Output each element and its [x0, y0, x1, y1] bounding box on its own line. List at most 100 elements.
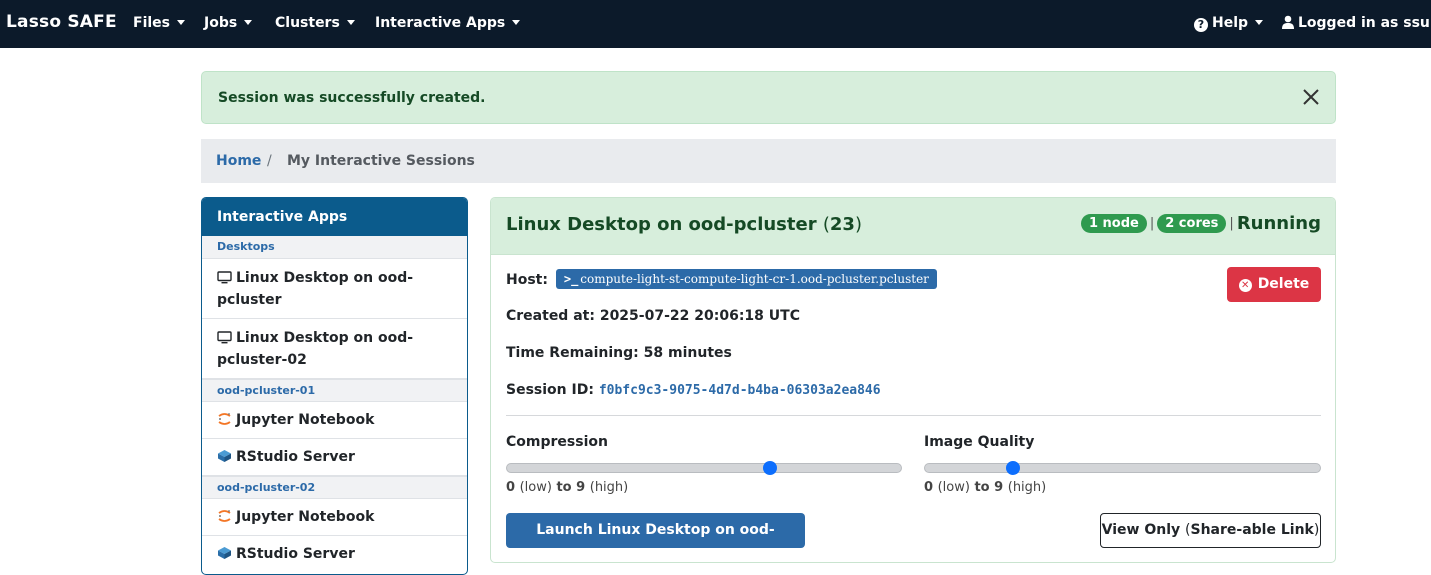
image-quality-range-to: to — [974, 480, 990, 495]
breadcrumb-home-link[interactable]: Home — [216, 153, 261, 169]
user-status-label: Logged in as ssun — [1298, 15, 1431, 31]
image-quality-label: Image Quality — [924, 434, 1035, 450]
sidebar-group-ood-pcluster-01: ood-pcluster-01 — [202, 379, 467, 402]
host-label: Host: — [506, 272, 548, 288]
top-navbar: Lasso SAFE Files Jobs Clusters Interacti… — [0, 0, 1431, 48]
question-circle-icon: ? — [1194, 18, 1208, 32]
chevron-down-icon — [244, 19, 253, 25]
chevron-down-icon — [1255, 19, 1264, 25]
session-id-row: Session ID: f0bfc9c3-9075-4d7d-b4ba-0630… — [506, 382, 881, 398]
interactive-apps-sidebar: Interactive Apps Desktops Linux Desktop … — [201, 197, 468, 575]
host-terminal-button[interactable]: >_ compute-light-st-compute-light-cr-1.oo… — [555, 269, 937, 289]
rstudio-icon — [218, 547, 231, 559]
breadcrumb-separator: / — [267, 153, 272, 169]
menu-jobs-label: Jobs — [204, 15, 238, 31]
launch-desktop-button[interactable]: Launch Linux Desktop on ood-pcluster — [506, 513, 805, 562]
brand-logo[interactable]: Lasso SAFE — [6, 12, 117, 32]
menu-interactive-apps-label: Interactive Apps — [375, 15, 506, 31]
session-card-header: Linux Desktop on ood-pcluster (23) 1 nod… — [491, 198, 1335, 255]
image-quality-slider-thumb[interactable] — [1005, 461, 1020, 475]
sidebar-item-label: Jupyter Notebook — [236, 509, 375, 525]
session-id-label: Session ID: — [506, 382, 594, 398]
compression-range-low-word: low — [524, 480, 547, 495]
alert-message: Session was successfully created. — [218, 90, 486, 106]
sidebar-item-jupyter-notebook-01[interactable]: Jupyter Notebook — [202, 402, 467, 439]
chevron-down-icon — [346, 19, 355, 25]
compression-range-to: to — [556, 480, 572, 495]
compression-range-high-word: high — [594, 480, 624, 495]
sidebar-group-ood-pcluster-02: ood-pcluster-02 — [202, 476, 467, 499]
image-quality-range-text: 0 (low) to 9 (high) — [924, 480, 1047, 495]
sidebar-item-label: RStudio Server — [236, 449, 355, 465]
success-alert: Session was successfully created. — [201, 71, 1336, 124]
image-quality-range-high-word: high — [1012, 480, 1042, 495]
sidebar-title: Interactive Apps — [202, 198, 467, 236]
session-title-text: Linux Desktop on ood-pcluster — [506, 214, 817, 235]
compression-range-high: 9 — [576, 480, 586, 495]
menu-clusters-label: Clusters — [275, 15, 340, 31]
sidebar-item-rstudio-server-02[interactable]: RStudio Server — [202, 536, 467, 573]
cores-badge: 2 cores — [1157, 214, 1227, 233]
image-quality-range-high: 9 — [994, 480, 1004, 495]
menu-files[interactable]: Files — [133, 15, 185, 31]
menu-help-label: Help — [1212, 15, 1249, 31]
session-id-link[interactable]: f0bfc9c3-9075-4d7d-b4ba-06303a2ea846 — [599, 383, 881, 398]
time-remaining-value: 58 minutes — [643, 345, 732, 361]
user-icon — [1282, 15, 1294, 29]
time-remaining-label: Time Remaining: — [506, 345, 639, 361]
menu-jobs[interactable]: Jobs — [204, 15, 253, 31]
delete-button-label: Delete — [1257, 276, 1310, 292]
rstudio-icon — [218, 450, 231, 462]
compression-range-text: 0 (low) to 9 (high) — [506, 480, 629, 495]
view-only-button[interactable]: View Only (Share-able Link) — [1100, 513, 1321, 548]
image-quality-range-low-word: low — [942, 480, 965, 495]
sidebar-group-desktops: Desktops — [202, 236, 467, 259]
sidebar-item-label: RStudio Server — [236, 546, 355, 562]
menu-interactive-apps[interactable]: Interactive Apps — [375, 15, 521, 31]
terminal-icon: >_ — [563, 272, 579, 286]
jupyter-icon — [218, 413, 231, 425]
divider — [506, 415, 1321, 416]
menu-help[interactable]: ? Help — [1194, 15, 1264, 32]
sidebar-item-label: Linux Desktop on ood-pcluster-02 — [217, 330, 414, 368]
image-quality-slider[interactable] — [924, 461, 1321, 475]
session-card: Linux Desktop on ood-pcluster (23) 1 nod… — [490, 197, 1336, 563]
time-remaining-row: Time Remaining: 58 minutes — [506, 345, 732, 361]
created-value: 2025-07-22 20:06:18 UTC — [599, 308, 800, 324]
chevron-down-icon — [512, 19, 521, 25]
status-badge: Running — [1236, 213, 1321, 234]
compression-slider[interactable] — [506, 461, 902, 475]
sidebar-item-label: Linux Desktop on ood-pcluster — [217, 270, 414, 308]
share-link-label: Share-able Link — [1190, 522, 1314, 538]
created-row: Created at: 2025-07-22 20:06:18 UTC — [506, 308, 800, 324]
delete-button[interactable]: ✕ Delete — [1227, 267, 1321, 302]
sidebar-item-label: Jupyter Notebook — [236, 412, 375, 428]
session-title[interactable]: Linux Desktop on ood-pcluster (23) — [506, 214, 862, 235]
session-status-group: 1 node | 2 cores | Running — [1080, 213, 1321, 234]
sidebar-item-linux-desktop-ood-pcluster-02[interactable]: Linux Desktop on ood-pcluster-02 — [202, 319, 467, 379]
host-row: Host: >_ compute-light-st-compute-light-c… — [506, 269, 937, 289]
created-label: Created at: — [506, 308, 595, 324]
jupyter-icon — [218, 510, 231, 522]
monitor-icon — [217, 271, 232, 284]
view-only-label: View Only — [1101, 522, 1181, 538]
close-icon[interactable] — [1299, 85, 1323, 109]
menu-clusters[interactable]: Clusters — [275, 15, 355, 31]
sidebar-item-linux-desktop-ood-pcluster[interactable]: Linux Desktop on ood-pcluster — [202, 259, 467, 319]
host-value: compute-light-st-compute-light-cr-1.ood-… — [580, 272, 929, 286]
breadcrumb-current: My Interactive Sessions — [287, 153, 475, 169]
breadcrumb: Home / My Interactive Sessions — [201, 139, 1336, 183]
compression-slider-thumb[interactable] — [762, 461, 777, 475]
x-circle-icon: ✕ — [1238, 279, 1252, 292]
compression-range-low: 0 — [506, 480, 516, 495]
menu-files-label: Files — [133, 15, 170, 31]
compression-label: Compression — [506, 434, 608, 450]
nodes-badge: 1 node — [1080, 214, 1147, 233]
user-status[interactable]: Logged in as ssun — [1282, 15, 1431, 31]
chevron-down-icon — [177, 19, 185, 25]
session-job-id: 23 — [829, 214, 855, 235]
image-quality-range-low: 0 — [924, 480, 934, 495]
monitor-icon — [217, 331, 232, 344]
sidebar-item-jupyter-notebook-02[interactable]: Jupyter Notebook — [202, 499, 467, 536]
sidebar-item-rstudio-server-01[interactable]: RStudio Server — [202, 439, 467, 476]
